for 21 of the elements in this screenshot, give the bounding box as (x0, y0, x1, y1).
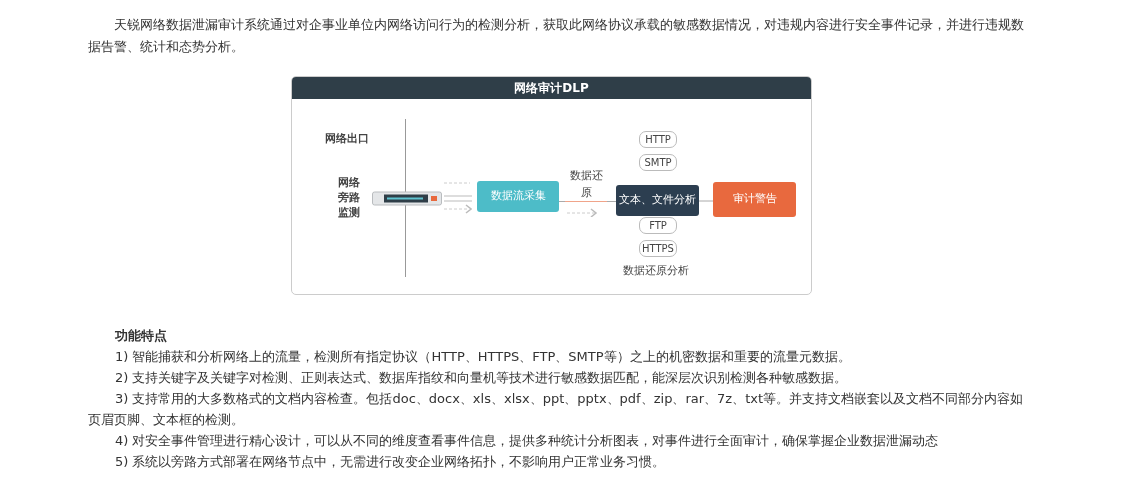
feature-item: 5) 系统以旁路方式部署在网络节点中，无需进行改变企业网络拓扑，不影响用户正常业务习惯。 (114, 453, 667, 471)
protocol-tag: HTTPS (639, 240, 677, 257)
analysis-node: 文本、文件分析 (616, 185, 699, 216)
feature-item: 1) 智能捕获和分析网络上的流量，检测所有指定协议（HTTP、HTTPS、FTP、SMTP等）之上的机密数据和重要的流量元数据。 (114, 348, 852, 366)
restore-label: 数据还原 (565, 168, 607, 202)
intro-paragraph: 天锐网络数据泄漏审计系统通过对企事业单位内网络访问行为的检测分析，获取此网络协议承载的敏感数据情况，对违规内容进行安全事件记录，并进行违规数据告警、统计和态势分析。 (88, 16, 1025, 56)
diagram-title: 网络审计DLP (292, 77, 811, 99)
protocol-tag: FTP (639, 217, 677, 234)
collect-node: 数据流采集 (477, 181, 559, 212)
protocol-tag: SMTP (639, 154, 677, 171)
server-icon (372, 191, 442, 207)
feature-item: 3) 支持常用的大多数格式的文档内容检查。包括doc、docx、xls、xlsx、ppt、pptx、pdf、zip、rar、7z、txt等。并支持文档嵌套以及文档不同部分内容如页眉页脚、文本框的检测。 (88, 390, 1025, 429)
bypass-label: 网络旁路监测 (336, 175, 362, 220)
features-heading: 功能特点 (114, 327, 168, 345)
alert-node: 审计警告 (713, 182, 796, 217)
protocol-tag: HTTP (639, 131, 677, 148)
feature-item: 4) 对安全事件管理进行精心设计，可以从不同的维度查看事件信息，提供多种统计分析图表，对事件进行全面审计，确保掌握企业数据泄漏动态 (114, 432, 940, 450)
feature-item: 2) 支持关键字及关键字对检测、正则表达式、数据库指纹和向量机等技术进行敏感数据匹配，能深层次识别检测各种敏感数据。 (114, 369, 849, 387)
analysis-label: 数据还原分析 (623, 263, 689, 279)
connector-line (699, 200, 713, 202)
egress-label: 网络出口 (325, 131, 369, 147)
